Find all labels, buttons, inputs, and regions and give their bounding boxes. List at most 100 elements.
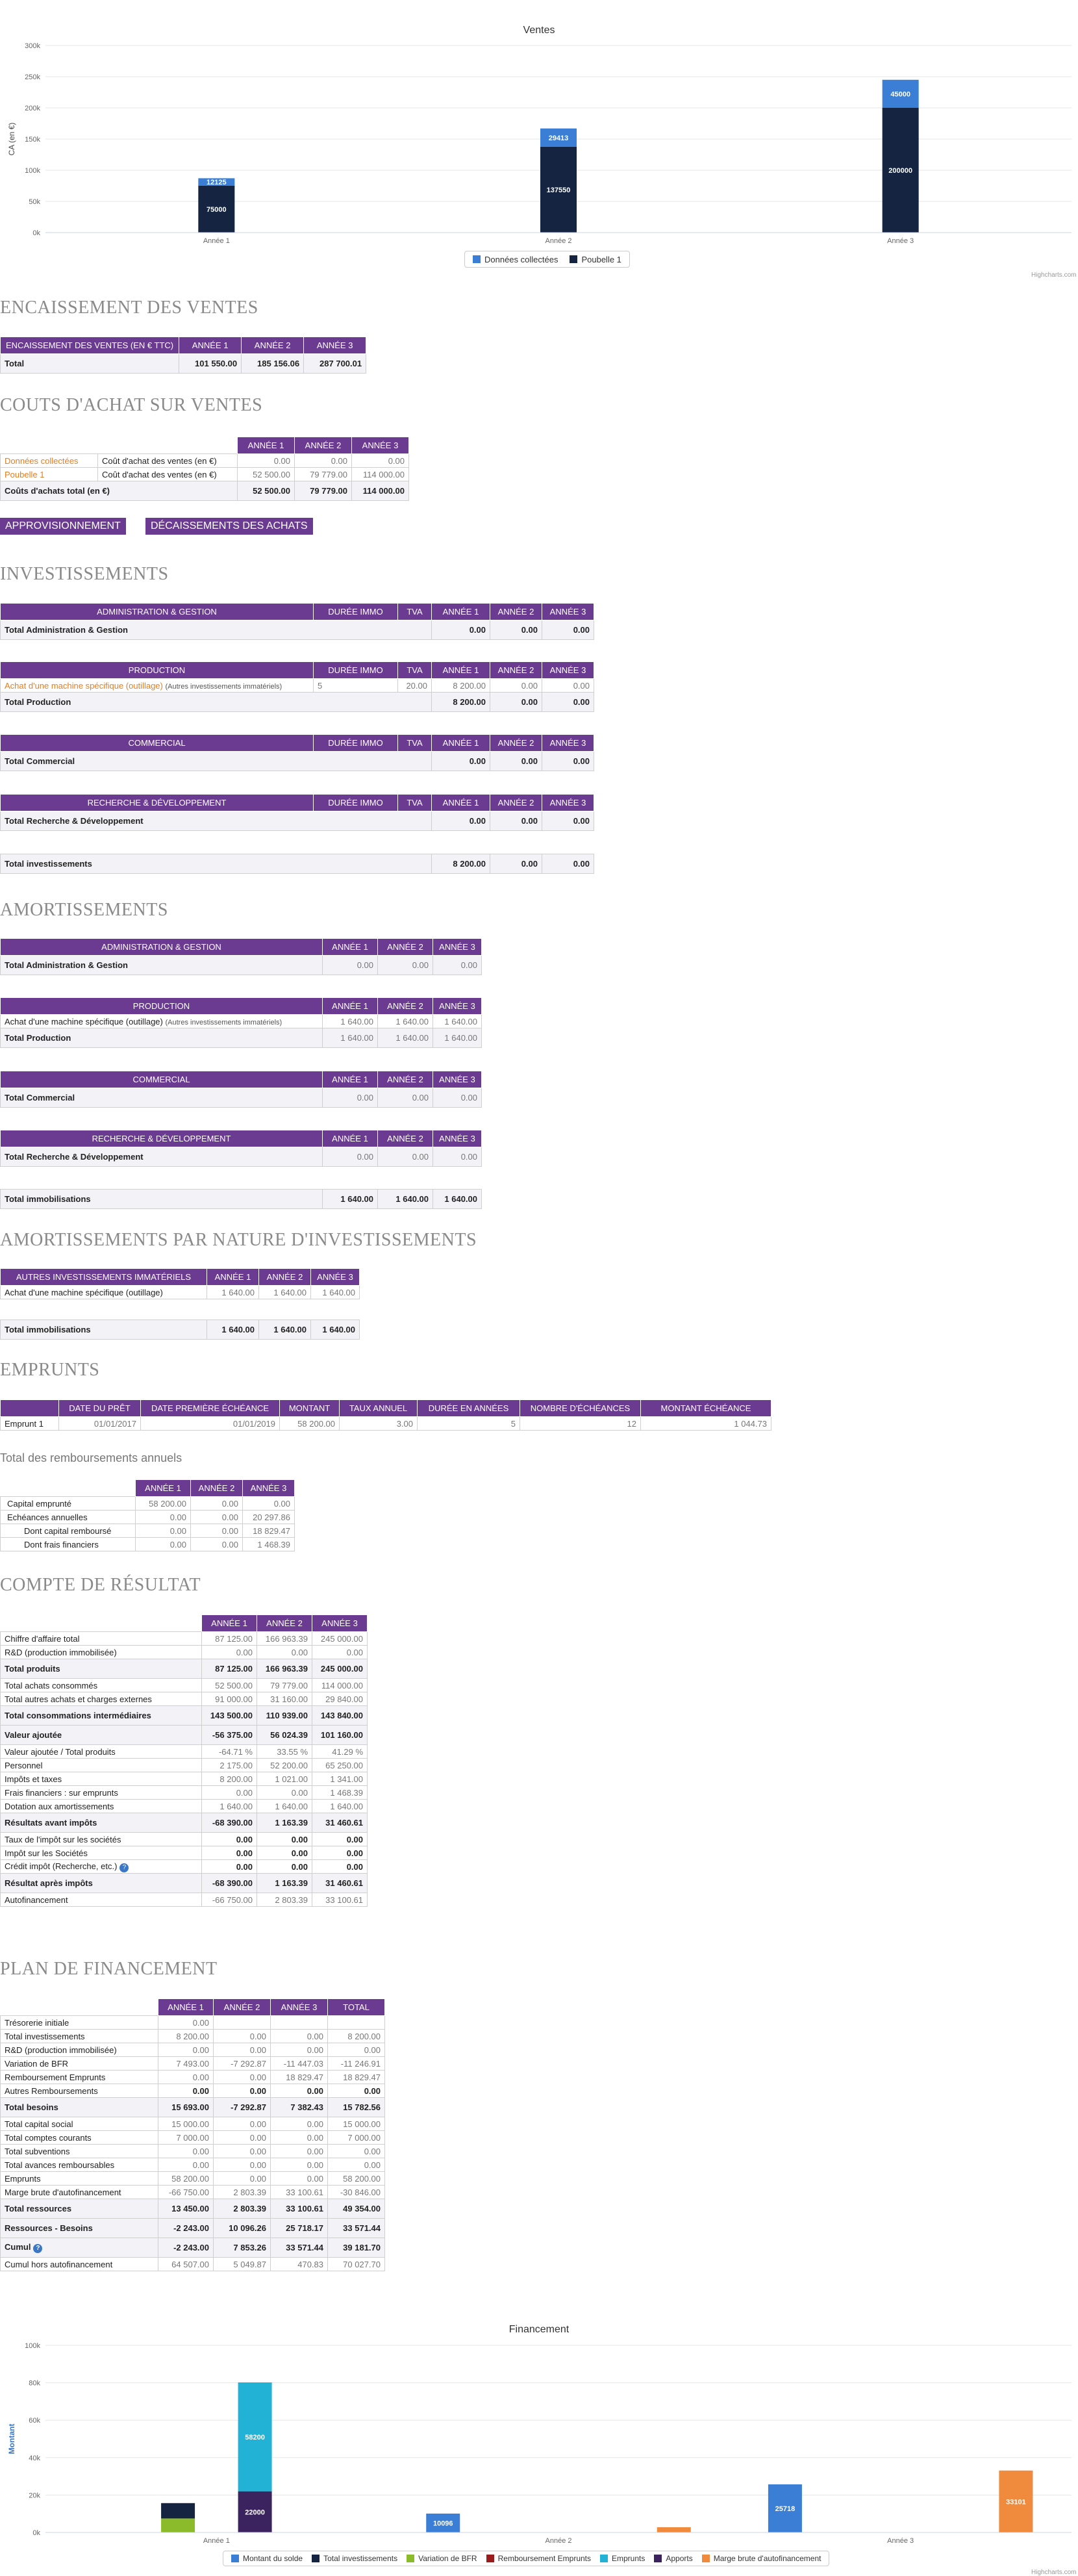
legend-swatch: [407, 2555, 415, 2562]
resultat-table: ANNÉE 1 ANNÉE 2 ANNÉE 3 Chiffre d'affaire …: [0, 1614, 368, 1907]
legend-item-donnees[interactable]: Données collectées: [473, 255, 558, 264]
total-value: 1 640.00: [322, 1028, 378, 1048]
total-value: 0.00: [432, 1147, 482, 1167]
col-header: TVA: [397, 734, 432, 752]
remboursements-subtitle: Total des remboursements annuels: [0, 1451, 182, 1464]
col-header: TVA: [397, 661, 432, 679]
cell-value: 166 963.39: [257, 1631, 312, 1646]
cell-value: 12: [520, 1416, 641, 1431]
cell-value: 2 803.39: [257, 1893, 312, 1907]
cell-value: -7 292.87: [213, 2056, 271, 2071]
decaissements-achats-button[interactable]: DÉCAISSEMENTS DES ACHATS: [145, 518, 313, 535]
bar-data-label: 10096: [433, 2519, 453, 2527]
cell-value: 1 640.00: [377, 1014, 433, 1028]
total-label: Total Commercial: [0, 1088, 323, 1108]
product-link[interactable]: Données collectées: [0, 453, 98, 468]
cell-value: 0.00: [158, 2084, 214, 2098]
row-label: Total comptes courants: [0, 2130, 158, 2145]
cell-value: 52 500.00: [201, 1678, 257, 1692]
total-value: 8 200.00: [431, 692, 490, 712]
cell-value: 0.00: [213, 2158, 271, 2172]
col-header: ANNÉE 1: [158, 1998, 214, 2016]
cell-value: 79 779.00: [294, 467, 352, 481]
invest-item-link[interactable]: Achat d'une machine spécifique (outillag…: [0, 678, 314, 693]
col-header: ANNÉE 3: [432, 1130, 482, 1147]
section-title-amort-nature: AMORTISSEMENTS PAR NATURE D'INVESTISSEME…: [0, 1230, 477, 1250]
row-label: Trésorerie initiale: [0, 2015, 158, 2030]
legend-item[interactable]: Total investissements: [312, 2554, 397, 2563]
row-label: Autres Remboursements: [0, 2084, 158, 2098]
cell-value: 33 100.61: [270, 2185, 328, 2199]
col-header: TVA: [397, 794, 432, 811]
cell-value: 01/01/2019: [140, 1416, 280, 1431]
chart-credit[interactable]: Highcharts.com: [1031, 2569, 1076, 2576]
cell-value: 0.00: [213, 2117, 271, 2131]
table-row: Total autres achats et charges externes 9…: [0, 1692, 368, 1706]
cell-value: 0.00: [201, 1846, 257, 1860]
total-value: 0.00: [542, 692, 594, 712]
group-header: RECHERCHE & DÉVELOPPEMENT: [0, 794, 314, 811]
cell-value: 1 640.00: [312, 1799, 368, 1813]
approvisionnement-button[interactable]: APPROVISIONNEMENT: [0, 518, 126, 535]
x-tick-label: Année 3: [887, 237, 914, 245]
y-tick-label: 100k: [25, 2342, 40, 2350]
table-row: Remboursement Emprunts 0.00 0.00 18 829.47 1…: [0, 2070, 385, 2084]
col-header: ANNÉE 2: [213, 1998, 271, 2016]
table-row: Trésorerie initiale 0.00: [0, 2015, 385, 2030]
legend-item[interactable]: Emprunts: [600, 2554, 645, 2563]
row-label: Dont frais financiers: [0, 1537, 136, 1551]
y-tick-label: 150k: [25, 136, 40, 144]
help-icon[interactable]: ?: [33, 2244, 43, 2253]
col-header: TAUX ANNUEL: [339, 1399, 418, 1417]
row-label: Total besoins: [0, 2097, 158, 2117]
cell-value: 65 250.00: [312, 1758, 368, 1772]
x-tick-label: Année 2: [545, 2537, 572, 2545]
col-header: ANNÉE 2: [490, 734, 542, 752]
cell-value: 0.00: [201, 1785, 257, 1800]
invest-rd-table: RECHERCHE & DÉVELOPPEMENT DURÉE IMMO TVA AN…: [0, 794, 594, 831]
cell-value: 49 354.00: [327, 2199, 385, 2219]
row-label: Dotation aux amortissements: [0, 1799, 202, 1813]
total-value: 0.00: [490, 854, 542, 874]
legend-item[interactable]: Remboursement Emprunts: [486, 2554, 591, 2563]
chart-credit[interactable]: Highcharts.com: [1031, 272, 1076, 279]
total-value: 0.00: [431, 620, 490, 640]
legend-item[interactable]: Marge brute d'autofinancement: [701, 2554, 821, 2563]
total-value: 0.00: [542, 811, 594, 831]
legend-item-poubelle[interactable]: Poubelle 1: [570, 255, 621, 264]
product-link[interactable]: Poubelle 1: [0, 467, 98, 481]
help-icon[interactable]: ?: [119, 1863, 129, 1872]
table-row: Chiffre d'affaire total 87 125.00 166 963.…: [0, 1631, 368, 1646]
loan-name[interactable]: Emprunt 1: [0, 1416, 59, 1431]
col-header: ANNÉE 1: [322, 997, 378, 1015]
cell-value: 0.00: [158, 2043, 214, 2057]
blank-cell: [1, 1480, 136, 1497]
y-tick-label: 250k: [25, 73, 40, 81]
cell-value: 1 163.39: [257, 1873, 312, 1893]
legend-item[interactable]: Apports: [654, 2554, 693, 2563]
cell-value: 114 000.00: [351, 467, 409, 481]
row-label: Cumul hors autofinancement: [0, 2257, 158, 2271]
cell-value: 0.00: [213, 2070, 271, 2084]
table-row: Total capital social 15 000.00 0.00 0.00 15 …: [0, 2117, 385, 2131]
section-title-amortissements: AMORTISSEMENTS: [0, 900, 168, 920]
col-header: ANNÉE 2: [190, 1479, 243, 1497]
row-label: Variation de BFR: [0, 2056, 158, 2071]
cell-value: 0.00: [270, 2144, 328, 2158]
legend-item[interactable]: Variation de BFR: [407, 2554, 477, 2563]
row-label: Dont capital remboursé: [0, 1524, 136, 1538]
total-value: 79 779.00: [294, 481, 352, 501]
cell-value: 10 096.26: [213, 2218, 271, 2238]
row-label: Frais financiers : sur emprunts: [0, 1785, 202, 1800]
y-axis-label: Montant: [7, 2424, 16, 2455]
col-header: DATE PREMIÈRE ÉCHÉANCE: [140, 1399, 280, 1417]
cell-value: 0.00: [327, 2043, 385, 2057]
table-row: Total subventions 0.00 0.00 0.00 0.00: [0, 2144, 385, 2158]
legend-item[interactable]: Montant du solde: [231, 2554, 303, 2563]
total-label: Total immobilisations: [0, 1320, 207, 1340]
total-value: 0.00: [377, 1088, 433, 1108]
col-header: NOMBRE D'ÉCHÉANCES: [520, 1399, 641, 1417]
total-value: 0.00: [490, 811, 542, 831]
total-value: 0.00: [322, 955, 378, 975]
row-label: Personnel: [0, 1758, 202, 1772]
